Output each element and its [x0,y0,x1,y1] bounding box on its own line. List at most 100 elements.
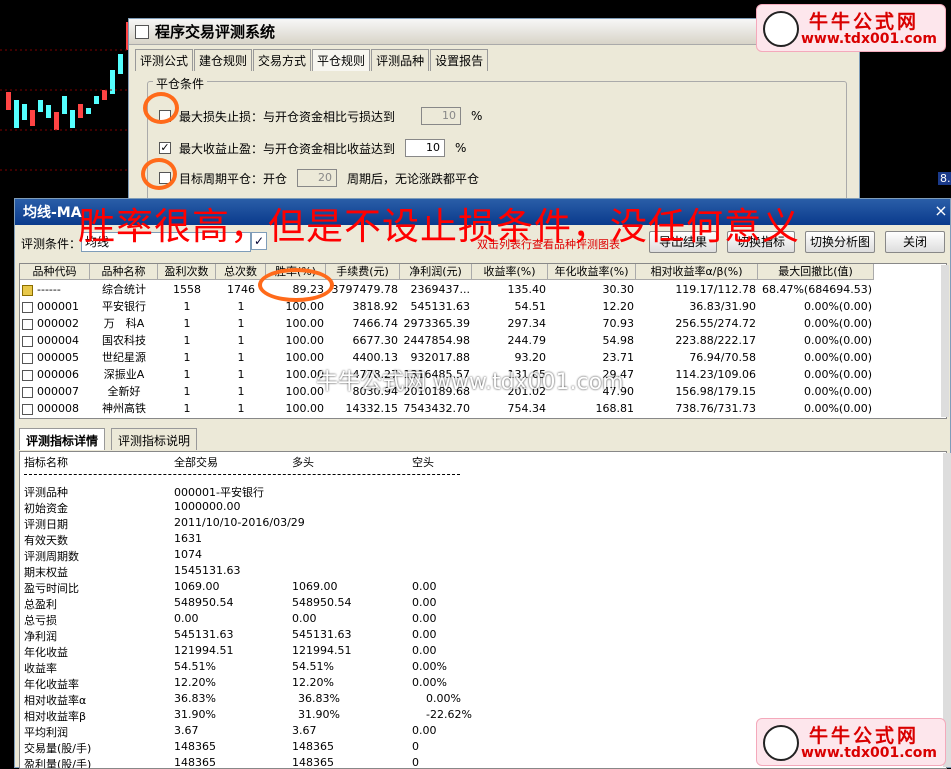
tab-3[interactable]: 平仓规则 [312,49,371,71]
table-scrollbar[interactable] [941,265,949,417]
detail-cell: 总亏损 [24,614,57,627]
table-cell: ------ [22,281,88,298]
table-cell: 0.00%(0.00) [803,402,872,415]
detail-cell: 1074 [174,548,202,561]
table-cell: 国农科技 [102,334,146,347]
tab-1[interactable]: 建仓规则 [194,49,253,71]
tab-0[interactable]: 评测公式 [135,49,194,71]
detail-cell: 平均利润 [24,726,68,739]
table-cell: 0.00%(0.00) [803,368,872,381]
table-cell: 1 [183,351,191,364]
detail-cell: 1069.00 [292,580,338,593]
detail-cell: 初始资金 [24,502,68,515]
stock-item-icon [22,386,33,398]
column-header[interactable]: 最大回撤比(值) [758,264,874,280]
column-header[interactable]: 盈利次数 [158,264,216,280]
table-row[interactable]: 000002 万 科A 1 1 100.00 7466.74 2973365.39 297.3… [20,315,946,332]
cell-text: 000006 [37,368,79,381]
table-row[interactable]: ------ 综合统计 1558 1746 89.23 3797479.78 2369437… [20,281,946,298]
column-header[interactable]: 收益率(%) [472,264,548,280]
detail-cell: 评测品种 [24,486,68,499]
cell-text: 000005 [37,351,79,364]
table-cell: 6677.30 [352,334,399,347]
table-cell: 156.98/179.15 [675,385,756,398]
tab-5[interactable]: 设置报告 [430,49,489,71]
detail-cell: 31.90% [298,708,340,721]
table-cell: 1 [237,300,245,313]
table-cell: 14332.15 [345,402,399,415]
detail-cell: 121994.51 [292,644,352,657]
detail-cell: 0.00 [412,580,437,593]
table-row[interactable]: 000008 神州高铁 1 1 100.00 14332.15 7543432.70 754.… [20,400,946,417]
tab-2[interactable]: 交易方式 [253,49,312,71]
table-cell: 综合统计 [102,283,146,296]
candle [78,104,83,118]
detail-cell: 盈利量(股/手) [24,758,92,769]
column-header[interactable]: 品种名称 [90,264,158,280]
candle [86,108,91,114]
candle [62,96,67,114]
table-cell: 100.00 [285,334,325,347]
table-cell: 223.88/222.17 [675,334,756,347]
detail-cell: 0.00 [292,612,317,625]
detail-cell: 545131.63 [174,628,234,641]
column-header[interactable]: 年化收益率(%) [548,264,636,280]
tab-4[interactable]: 评测品种 [371,49,430,71]
table-cell: 0.00%(0.00) [803,300,872,313]
table-cell: 100.00 [285,317,325,330]
cell-text: 000007 [37,385,79,398]
candle [102,90,107,100]
detail-cell: 3.67 [292,724,317,737]
detail-cell: 548950.54 [174,596,234,609]
cell-text: 000001 [37,300,79,313]
condition-value-input[interactable]: 10 [421,107,462,125]
detail-separator [24,474,460,475]
condition-label: 最大收益止盈：与开仓资金相比收益达到 [179,141,396,156]
table-cell: 1 [237,351,245,364]
switch-chart-button[interactable]: 切换分析图 [805,231,875,253]
table-cell: 244.79 [507,334,547,347]
table-cell: 135.40 [507,283,547,296]
table-cell: 3797479.78 [331,283,398,296]
detail-cell: 2011/10/10-2016/03/29 [174,516,305,529]
stock-item-icon [22,352,33,364]
dialog-tabs: 评测公式 建仓规则 交易方式 平仓规则 评测品种 设置报告 [135,49,489,71]
detail-cell: 12.20% [292,676,334,689]
detail-cell: 盈亏时间比 [24,582,79,595]
column-header[interactable]: 相对收益率α/β(%) [636,264,758,280]
detail-cell: 评测日期 [24,518,68,531]
detail-header: 多头 [292,456,314,469]
table-cell: 0.00%(0.00) [803,334,872,347]
table-cell: 2369437... [410,283,470,296]
condition-value-input[interactable]: 10 [405,139,446,157]
table-cell: 7466.74 [352,317,399,330]
detail-cell: 1000000.00 [174,500,241,513]
window-close-button[interactable]: × [932,201,950,221]
table-row[interactable]: 000001 平安银行 1 1 100.00 3818.92 545131.63 54.51 1… [20,298,946,315]
detail-cell: 1545131.63 [174,564,241,577]
column-header[interactable]: 净利润(元) [400,264,472,280]
table-cell: 70.93 [602,317,635,330]
table-cell: 000002 [22,315,88,332]
table-cell: 168.81 [595,402,635,415]
table-cell: 000004 [22,332,88,349]
annotation-headline: 胜率很高，但是不设止损条件，没任何意义 [78,205,800,248]
table-row[interactable]: 000004 国农科技 1 1 100.00 6677.30 2447854.98 244.7… [20,332,946,349]
detail-cell: 0.00% [426,692,461,705]
tab-indicator-details[interactable]: 评测指标详情 [19,428,106,450]
candle [54,112,59,130]
detail-cell: 148365 [292,756,334,769]
table-cell: 738.76/731.73 [675,402,756,415]
column-header[interactable]: 总次数 [216,264,266,280]
condition-value-input[interactable]: 20 [297,169,338,187]
column-header[interactable]: 品种代码 [20,264,90,280]
condition-label: 最大损失止损：与开仓资金相比亏损达到 [179,109,396,124]
tab-indicator-description[interactable]: 评测指标说明 [111,428,198,450]
close-button[interactable]: 关闭 [885,231,945,253]
highlight-ring-period [141,158,177,190]
table-cell: 000007 [22,383,88,400]
condition-checkbox[interactable]: ✓ [159,142,171,154]
detail-cell: 545131.63 [292,628,352,641]
column-header[interactable]: 手续费(元) [326,264,400,280]
detail-cell: 148365 [174,756,216,769]
